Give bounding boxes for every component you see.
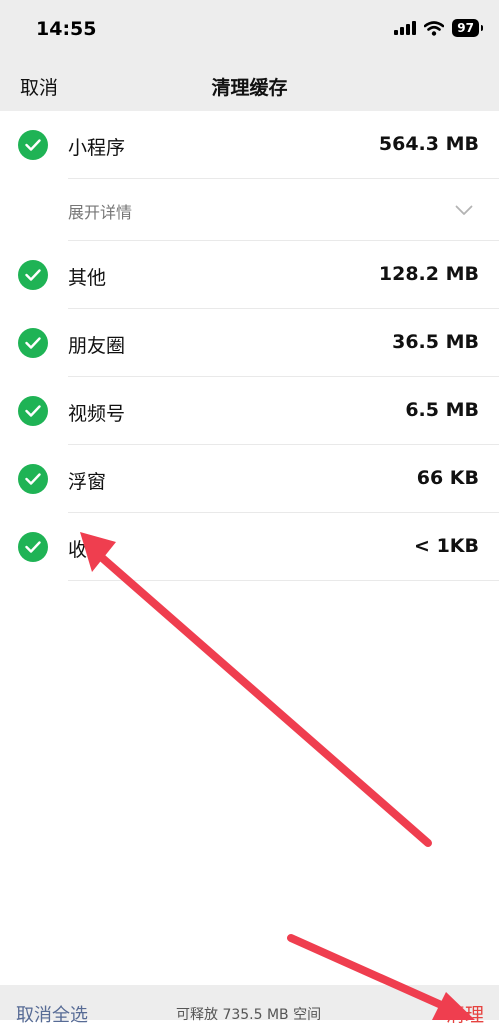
status-time: 14:55	[36, 18, 97, 40]
status-icons: 97	[394, 19, 483, 37]
expand-details-label: 展开详情	[68, 203, 133, 222]
cache-list: 小程序 564.3 MB 展开详情 其他 128.2 MB 朋友圈 36.5 M…	[0, 111, 499, 581]
item-size: 6.5 MB	[405, 399, 479, 421]
check-icon[interactable]	[18, 464, 48, 494]
check-icon[interactable]	[18, 396, 48, 426]
chevron-down-icon	[455, 201, 473, 220]
list-item-floating-window[interactable]: 浮窗 66 KB	[18, 445, 499, 513]
item-label: 浮窗	[68, 471, 107, 493]
status-bar: 14:55 97	[0, 0, 499, 60]
battery-icon: 97	[452, 19, 483, 37]
check-icon[interactable]	[18, 532, 48, 562]
list-item-moments[interactable]: 朋友圈 36.5 MB	[18, 309, 499, 377]
page-title: 清理缓存	[211, 77, 288, 99]
item-size: 36.5 MB	[392, 331, 479, 353]
check-icon[interactable]	[18, 328, 48, 358]
expand-details-row[interactable]: 展开详情	[68, 179, 499, 241]
list-item-miniprogram[interactable]: 小程序 564.3 MB	[18, 111, 499, 179]
list-item-channels[interactable]: 视频号 6.5 MB	[18, 377, 499, 445]
item-label: 收藏	[68, 539, 107, 561]
clean-button[interactable]: 清理	[446, 1000, 484, 1027]
list-item-other[interactable]: 其他 128.2 MB	[18, 241, 499, 309]
signal-icon	[394, 21, 417, 35]
deselect-all-button[interactable]: 取消全选	[16, 1001, 88, 1027]
item-size: 128.2 MB	[378, 263, 479, 285]
item-label: 视频号	[68, 403, 126, 425]
item-label: 朋友圈	[68, 335, 126, 357]
item-size: < 1KB	[414, 535, 479, 557]
item-label: 其他	[68, 267, 107, 289]
check-icon[interactable]	[18, 260, 48, 290]
item-size: 66 KB	[416, 467, 479, 489]
item-size: 564.3 MB	[378, 133, 479, 155]
nav-bar: 取消 清理缓存	[0, 60, 499, 111]
list-item-favorites[interactable]: 收藏 < 1KB	[18, 513, 499, 581]
item-label: 小程序	[68, 137, 126, 159]
check-icon[interactable]	[18, 130, 48, 160]
free-space-text: 可释放 735.5 MB 空间	[176, 1007, 322, 1023]
wifi-icon	[424, 20, 445, 36]
